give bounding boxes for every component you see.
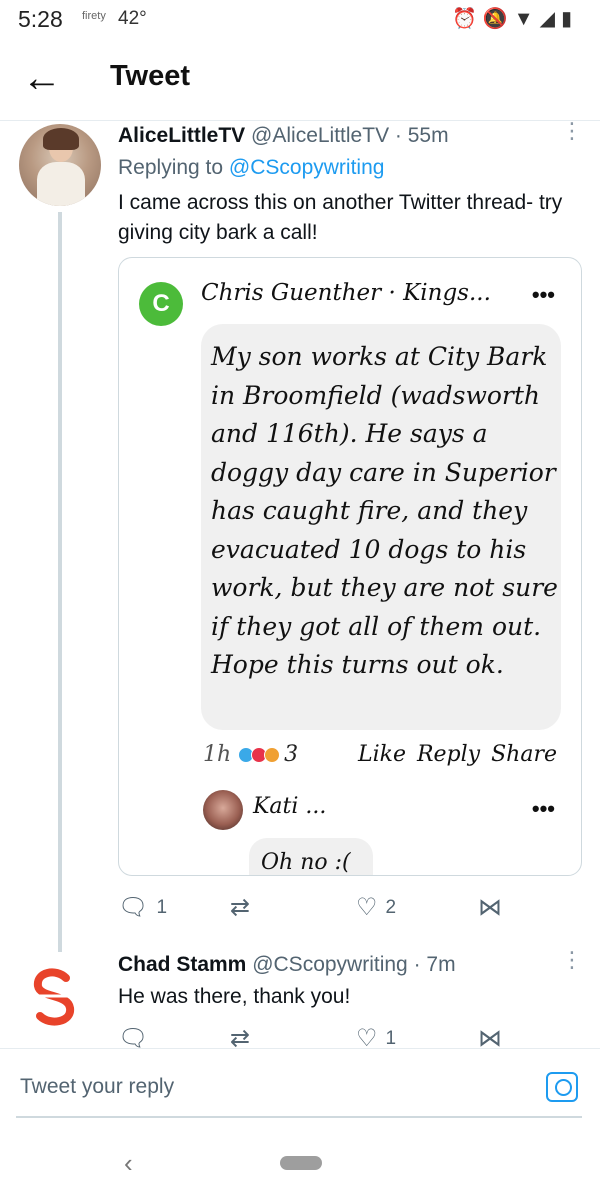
avatar[interactable] [26, 966, 82, 1028]
author-name[interactable]: AliceLittleTV [118, 124, 245, 147]
reply-avatar [203, 790, 243, 830]
author-handle[interactable]: @CScopywriting [252, 953, 408, 976]
amazon-brand-icon: firety [82, 10, 106, 22]
battery-icon: ▮ [560, 8, 578, 30]
more-options-icon[interactable]: ⋮ [561, 120, 583, 142]
heart-icon: ♡ [356, 894, 378, 921]
share-button[interactable]: ⋈ [478, 893, 502, 922]
page-title: Tweet [110, 60, 191, 92]
tweet-text: He was there, thank you! [118, 985, 351, 1008]
reaction-count: 3 [284, 742, 299, 767]
header-divider [0, 120, 600, 121]
mute-icon: 🔕 [482, 8, 514, 30]
commenter-group: · Kings... [388, 280, 491, 306]
tweet-time: · 55m [394, 124, 449, 147]
reply-name: Kati ... [253, 794, 327, 819]
alarm-icon: ⏰ [451, 8, 483, 30]
comment-text: My son works at City Bark in Broomfield … [211, 342, 558, 679]
status-temperature: 42° [118, 8, 147, 29]
comment-actions: Like Reply Share [357, 742, 557, 767]
reply-icon: 🗨 [118, 894, 149, 921]
more-options-icon[interactable]: ⋮ [561, 949, 583, 971]
retweet-icon: ⇄ [230, 894, 251, 921]
avatar[interactable] [19, 124, 101, 206]
like-count: 1 [385, 1027, 397, 1049]
replying-to-handle[interactable]: @CScopywriting [229, 156, 385, 179]
tweet-time: · 7m [413, 953, 456, 976]
signal-icon: ◢ [539, 8, 561, 30]
thread-line [58, 212, 62, 952]
status-icons: ⏰🔕▼◢▮ [452, 6, 578, 31]
status-time: 5:28 [18, 6, 63, 32]
tweet-text: I came across this on another Twitter th… [118, 191, 563, 244]
author-handle[interactable]: @AliceLittleTV [251, 124, 389, 147]
like-count: 2 [385, 896, 397, 918]
replying-to-label: Replying to [118, 156, 224, 179]
nav-home-pill[interactable] [280, 1156, 322, 1170]
reply-underline [16, 1116, 582, 1118]
replying-to: Replying to @CScopywriting [118, 156, 384, 180]
commenter-avatar: C [139, 282, 183, 326]
tweet-image[interactable]: C Chris Guenther · Kings... ••• My son w… [118, 257, 582, 876]
commenter-name-row: Chris Guenther · Kings... [201, 280, 491, 306]
back-arrow-icon[interactable]: ← [22, 58, 62, 98]
reply-more-icon: ••• [531, 796, 555, 821]
retweet-button[interactable]: ⇄ [230, 893, 258, 922]
reply-button[interactable]: 🗨 1 [118, 893, 167, 922]
tweet-author-row: Chad Stamm @CScopywriting · 7m [118, 953, 456, 977]
share-icon: ⋈ [478, 894, 502, 921]
reply-input[interactable] [18, 1074, 502, 1100]
reaction-icons [238, 742, 281, 767]
commenter-name: Chris Guenther [201, 280, 382, 306]
camera-icon[interactable] [546, 1072, 578, 1102]
nav-back-icon[interactable]: ‹ [124, 1148, 133, 1179]
wifi-icon: ▼ [513, 8, 540, 30]
author-name[interactable]: Chad Stamm [118, 953, 246, 976]
reply-text: Oh no :( [261, 850, 351, 875]
comment-meta: 1h 3 [203, 742, 298, 767]
like-button[interactable]: ♡ 2 [356, 893, 396, 922]
reply-count: 1 [156, 896, 168, 918]
tweet-author-row: AliceLittleTV @AliceLittleTV · 55m [118, 124, 449, 148]
comment-time: 1h [203, 742, 232, 767]
comment-more-icon: ••• [531, 282, 555, 307]
